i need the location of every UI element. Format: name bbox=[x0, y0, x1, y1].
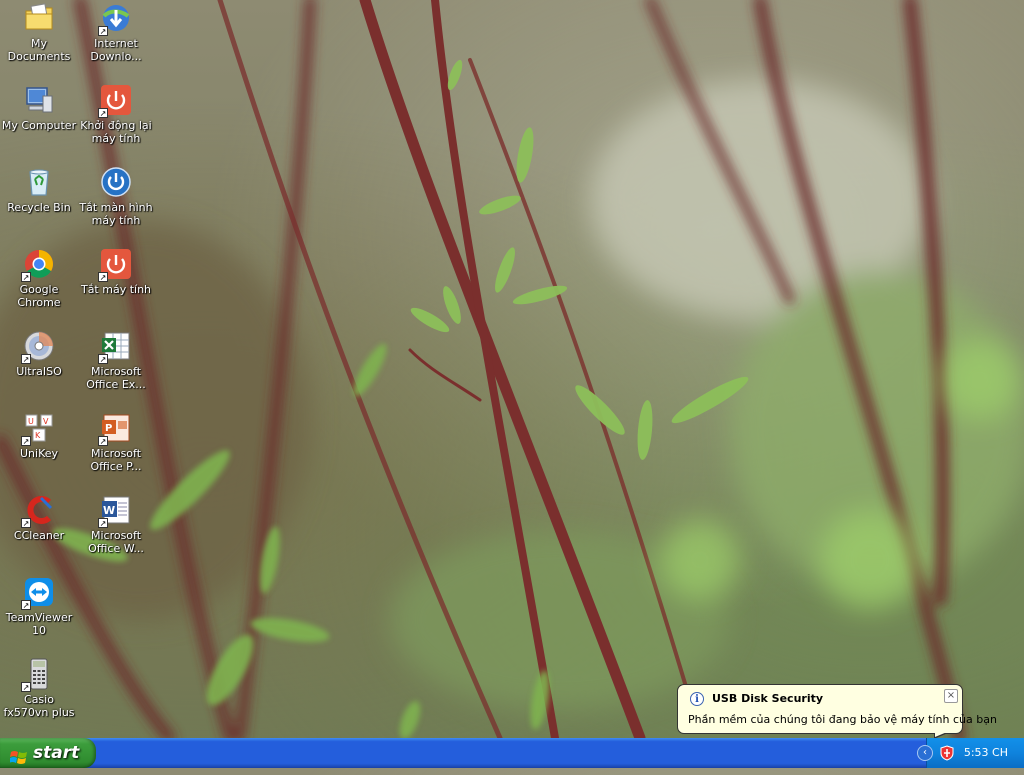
shutdown-icon: ↗ bbox=[98, 248, 132, 282]
shortcut-arrow-icon: ↗ bbox=[21, 272, 31, 282]
desktop-icon-shutdown[interactable]: ↗ Tắt máy tính bbox=[77, 248, 155, 296]
close-icon[interactable]: × bbox=[944, 689, 958, 703]
unikey-icon: UVK ↗ bbox=[21, 412, 55, 446]
shortcut-arrow-icon: ↗ bbox=[98, 26, 108, 36]
clock[interactable]: 5:53 CH bbox=[964, 738, 1008, 768]
chrome-icon: ↗ bbox=[21, 248, 55, 282]
desktop-icon-powerpoint[interactable]: P ↗ Microsoft Office P... bbox=[77, 412, 155, 473]
desktop-icon-label: Microsoft Office W... bbox=[88, 529, 144, 555]
svg-text:V: V bbox=[43, 417, 49, 426]
desktop-icon-restart[interactable]: ↗ Khởi động lại máy tính bbox=[77, 84, 155, 145]
desktop-icon-casio[interactable]: ↗ Casio fx570vn plus bbox=[0, 658, 78, 719]
disc-icon: ↗ bbox=[21, 330, 55, 364]
info-icon: i bbox=[690, 692, 704, 706]
start-button[interactable]: start bbox=[0, 738, 96, 768]
desktop-icon-label: UniKey bbox=[19, 447, 59, 460]
svg-text:P: P bbox=[105, 423, 112, 434]
desktop-icon-recycle-bin[interactable]: Recycle Bin bbox=[0, 166, 78, 214]
desktop-icon-label: Microsoft Office Ex... bbox=[86, 365, 146, 391]
svg-text:W: W bbox=[103, 504, 115, 517]
shortcut-arrow-icon: ↗ bbox=[21, 436, 31, 446]
teamviewer-icon: ↗ bbox=[21, 576, 55, 610]
system-tray: ‹ 5:53 CH bbox=[917, 738, 1024, 768]
computer-icon bbox=[23, 84, 55, 116]
desktop-icon-internet-download-manager[interactable]: ↗ Internet Downlo... bbox=[77, 2, 155, 63]
shortcut-arrow-icon: ↗ bbox=[98, 272, 108, 282]
chevron-left-icon[interactable]: ‹ bbox=[917, 745, 933, 761]
shortcut-arrow-icon: ↗ bbox=[21, 518, 31, 528]
windows-flag-icon bbox=[9, 745, 28, 764]
desktop-icon-unikey[interactable]: UVK ↗ UniKey bbox=[0, 412, 78, 460]
calculator-icon: ↗ bbox=[21, 658, 55, 692]
folder-documents-icon bbox=[23, 2, 55, 34]
desktop-icon-label: Tắt màn hình máy tính bbox=[79, 201, 153, 227]
svg-text:U: U bbox=[28, 417, 34, 426]
start-label: start bbox=[33, 743, 80, 763]
desktop-icon-label: UltraISO bbox=[16, 365, 62, 378]
desktop-icon-label: Internet Downlo... bbox=[90, 37, 142, 63]
powerpoint-icon: P ↗ bbox=[98, 412, 132, 446]
desktop-icon-google-chrome[interactable]: ↗ Google Chrome bbox=[0, 248, 78, 309]
balloon-title: USB Disk Security bbox=[712, 692, 824, 705]
restart-icon: ↗ bbox=[98, 84, 132, 118]
desktop-icon-label: My Computer bbox=[1, 119, 77, 132]
shortcut-arrow-icon: ↗ bbox=[98, 518, 108, 528]
shortcut-arrow-icon: ↗ bbox=[98, 436, 108, 446]
word-icon: W ↗ bbox=[98, 494, 132, 528]
desktop-icon-word[interactable]: W ↗ Microsoft Office W... bbox=[77, 494, 155, 555]
shortcut-arrow-icon: ↗ bbox=[21, 682, 31, 692]
desktop-icon-label: Microsoft Office P... bbox=[90, 447, 142, 473]
shortcut-arrow-icon: ↗ bbox=[98, 108, 108, 118]
excel-icon: ↗ bbox=[98, 330, 132, 364]
recycle-bin-icon bbox=[23, 166, 55, 198]
desktop-icon-label: TeamViewer 10 bbox=[5, 611, 73, 637]
desktop-icon-ccleaner[interactable]: ↗ CCleaner bbox=[0, 494, 78, 542]
desktop-icon-my-computer[interactable]: My Computer bbox=[0, 84, 78, 132]
taskbar: start ‹ 5:53 CH bbox=[0, 738, 1024, 768]
desktop-icon-label: CCleaner bbox=[13, 529, 65, 542]
shortcut-arrow-icon: ↗ bbox=[98, 354, 108, 364]
usb-disk-security-icon[interactable] bbox=[939, 745, 955, 761]
monitor-off-icon bbox=[100, 166, 132, 198]
ccleaner-icon: ↗ bbox=[21, 494, 55, 528]
shortcut-arrow-icon: ↗ bbox=[21, 600, 31, 610]
balloon-message: Phần mềm của chúng tôi đang bảo vệ máy t… bbox=[688, 713, 997, 726]
shortcut-arrow-icon: ↗ bbox=[21, 354, 31, 364]
desktop-icon-my-documents[interactable]: My Documents bbox=[0, 2, 78, 63]
desktop-icon-ultraiso[interactable]: ↗ UltraISO bbox=[0, 330, 78, 378]
internet-download-manager-icon: ↗ bbox=[98, 2, 132, 36]
desktop-icon-label: My Documents bbox=[7, 37, 71, 63]
desktop-icon-label: Khởi động lại máy tính bbox=[80, 119, 152, 145]
desktop-icon-monitor-off[interactable]: Tắt màn hình máy tính bbox=[77, 166, 155, 227]
balloon-tail-fill bbox=[935, 732, 947, 737]
desktop-icon-label: Casio fx570vn plus bbox=[3, 693, 75, 719]
desktop-icon-teamviewer[interactable]: ↗ TeamViewer 10 bbox=[0, 576, 78, 637]
svg-text:K: K bbox=[35, 431, 41, 440]
desktop-icon-label: Recycle Bin bbox=[7, 201, 71, 214]
desktop-icon-excel[interactable]: ↗ Microsoft Office Ex... bbox=[77, 330, 155, 391]
desktop-icon-label: Google Chrome bbox=[17, 283, 61, 309]
desktop-icon-label: Tắt máy tính bbox=[80, 283, 152, 296]
notification-balloon[interactable]: i USB Disk Security × Phần mềm của chúng… bbox=[677, 684, 997, 734]
